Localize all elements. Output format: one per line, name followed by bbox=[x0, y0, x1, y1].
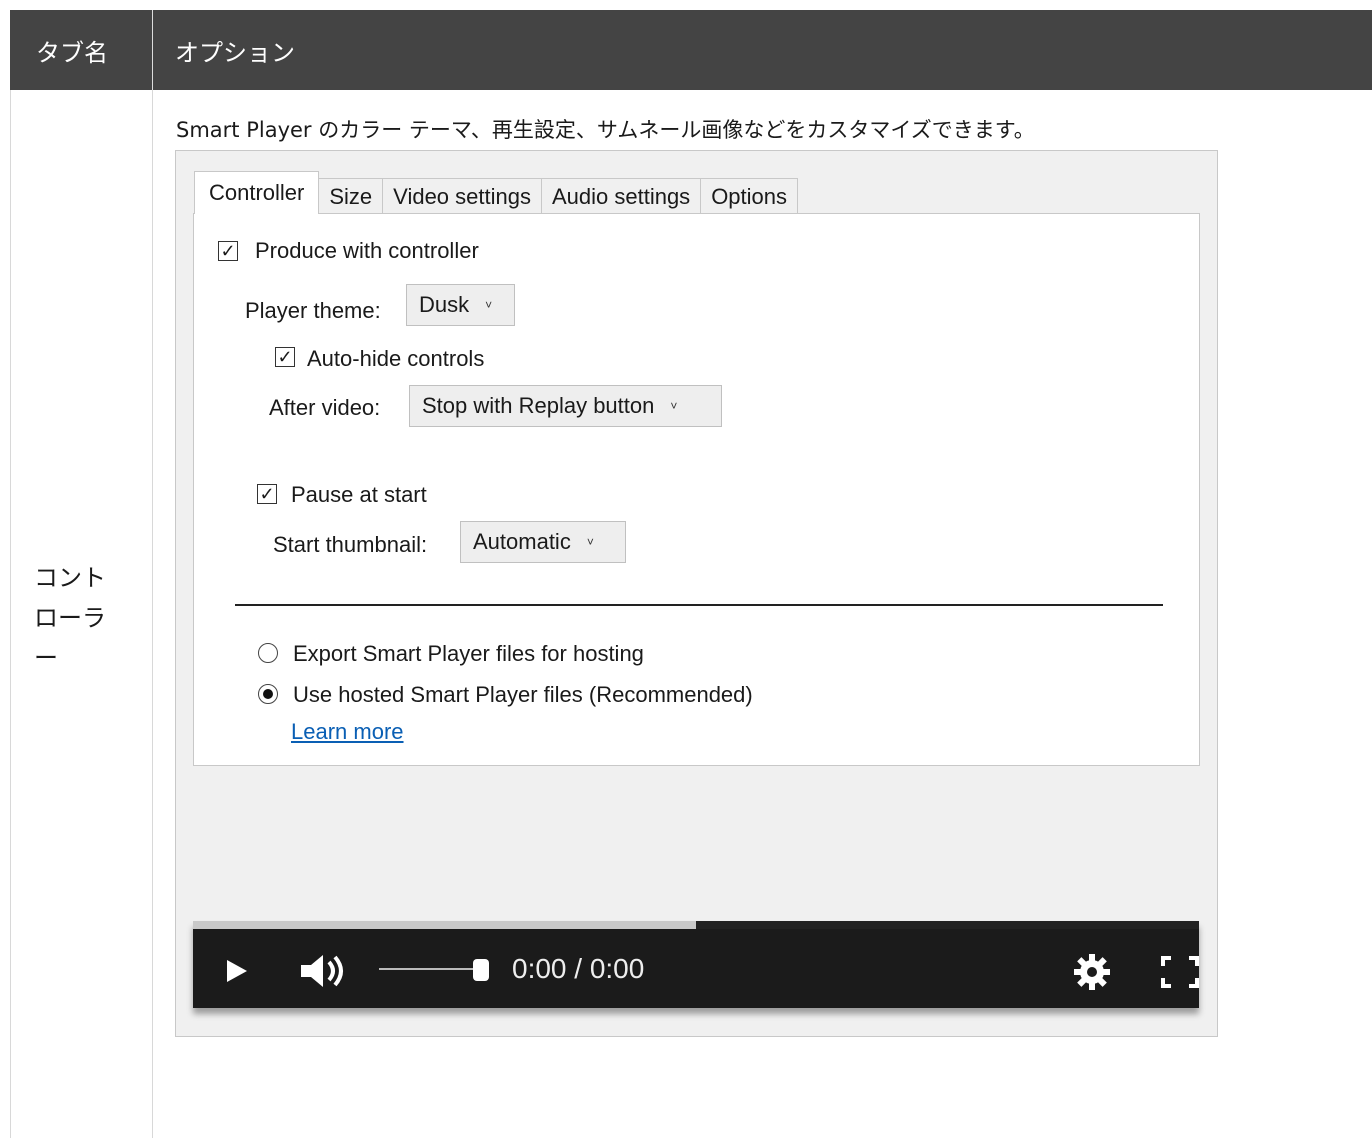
progress-bar-fill bbox=[193, 921, 696, 929]
table-header: タブ名 オプション bbox=[10, 10, 1372, 90]
play-icon[interactable] bbox=[223, 956, 251, 986]
produce-with-controller-label: Produce with controller bbox=[255, 238, 479, 263]
progress-bar[interactable] bbox=[193, 921, 1199, 929]
after-video-select[interactable]: Stop with Replay button ˅ bbox=[409, 385, 722, 427]
controller-tab-content: ✓ Produce with controller Player theme: … bbox=[193, 213, 1200, 766]
tab-options[interactable]: Options bbox=[700, 178, 799, 214]
after-video-value: Stop with Replay button bbox=[422, 393, 655, 418]
smart-player-preview: 0:00 / 0:00 bbox=[193, 921, 1199, 1008]
auto-hide-controls-label: Auto-hide controls bbox=[307, 346, 485, 371]
checkmark-icon: ✓ bbox=[277, 347, 293, 367]
start-thumbnail-select[interactable]: Automatic ˅ bbox=[460, 521, 626, 563]
row-description: Smart Player のカラー テーマ、再生設定、サムネール画像などをカスタ… bbox=[176, 118, 1035, 142]
table-column-divider bbox=[152, 90, 153, 1138]
pause-at-start-label: Pause at start bbox=[291, 482, 427, 507]
volume-icon[interactable] bbox=[299, 952, 353, 990]
hosted-files-radio[interactable] bbox=[258, 684, 278, 704]
export-files-radio[interactable] bbox=[258, 643, 278, 663]
player-time: 0:00 / 0:00 bbox=[512, 953, 645, 984]
table-border-left bbox=[10, 90, 11, 1138]
chevron-down-icon: ˅ bbox=[586, 535, 594, 549]
chevron-down-icon: ˅ bbox=[485, 298, 493, 312]
tab-video-settings[interactable]: Video settings bbox=[382, 178, 542, 214]
top-strip bbox=[0, 0, 1372, 10]
learn-more-link[interactable]: Learn more bbox=[291, 719, 404, 745]
volume-slider-knob[interactable] bbox=[473, 959, 489, 981]
gear-icon[interactable] bbox=[1072, 952, 1112, 992]
produce-with-controller-checkbox[interactable]: ✓ bbox=[218, 241, 238, 261]
fullscreen-icon[interactable] bbox=[1159, 954, 1199, 990]
start-thumbnail-value: Automatic bbox=[473, 529, 571, 554]
chevron-down-icon: ˅ bbox=[670, 399, 678, 413]
section-divider bbox=[235, 604, 1163, 606]
header-separator bbox=[152, 10, 153, 90]
player-theme-select[interactable]: Dusk ˅ bbox=[406, 284, 515, 326]
volume-slider-track[interactable] bbox=[379, 968, 479, 970]
after-video-label: After video: bbox=[269, 395, 381, 420]
checkmark-icon: ✓ bbox=[220, 241, 236, 261]
radio-selected-dot bbox=[263, 689, 273, 699]
row-label-controller: コントローラー bbox=[34, 564, 106, 672]
export-files-label: Export Smart Player files for hosting bbox=[293, 641, 644, 666]
player-theme-value: Dusk bbox=[419, 292, 470, 317]
start-thumbnail-label: Start thumbnail: bbox=[273, 532, 428, 557]
tab-controller[interactable]: Controller bbox=[194, 171, 320, 214]
auto-hide-controls-checkbox[interactable]: ✓ bbox=[275, 347, 295, 367]
tab-audio-settings[interactable]: Audio settings bbox=[540, 178, 702, 214]
player-theme-label: Player theme: bbox=[245, 298, 381, 323]
header-options: オプション bbox=[175, 38, 295, 67]
checkmark-icon: ✓ bbox=[259, 484, 275, 504]
header-tab-name: タブ名 bbox=[36, 38, 108, 67]
tab-strip: Controller Size Video settings Audio set… bbox=[194, 171, 799, 214]
hosted-files-label: Use hosted Smart Player files (Recommend… bbox=[293, 682, 753, 707]
pause-at-start-checkbox[interactable]: ✓ bbox=[257, 484, 277, 504]
tab-size[interactable]: Size bbox=[318, 178, 384, 214]
